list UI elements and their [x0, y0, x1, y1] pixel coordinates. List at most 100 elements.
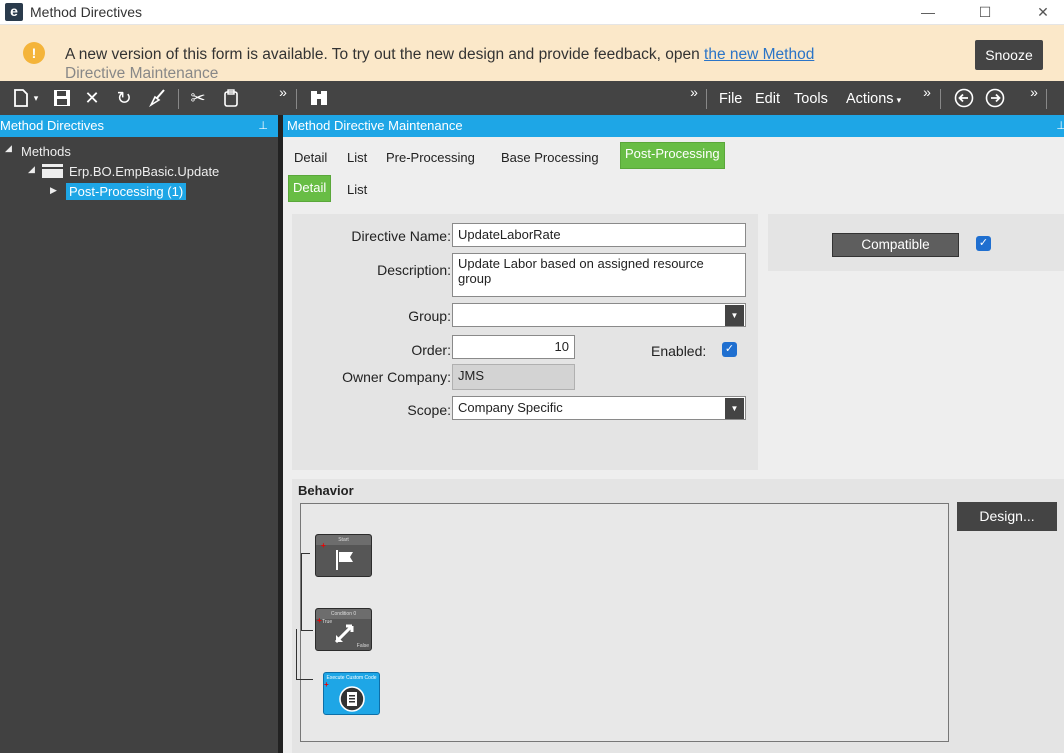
description-label: Description:	[377, 262, 451, 278]
connector	[301, 553, 310, 554]
tab-pre-processing[interactable]: Pre-Processing	[386, 148, 475, 168]
connector	[301, 630, 313, 631]
search-icon[interactable]	[306, 81, 332, 115]
pin-icon[interactable]: ⊥	[1056, 115, 1064, 137]
scope-value: Company Specific	[458, 400, 563, 415]
forward-icon[interactable]	[983, 81, 1007, 115]
scope-label: Scope:	[407, 402, 451, 418]
new-version-banner: ! A new version of this form is availabl…	[0, 25, 1064, 81]
maximize-button[interactable]: ☐	[962, 0, 1008, 25]
condition-node-title: Condition 0	[316, 609, 371, 619]
subtab-detail[interactable]: Detail	[288, 175, 332, 202]
main-pane: Method Directive Maintenance ⊥ Detail Li…	[283, 115, 1064, 753]
compatible-checkbox[interactable]: ✓	[976, 236, 991, 251]
save-icon[interactable]	[50, 81, 74, 115]
minimize-button[interactable]: —	[905, 0, 951, 25]
behavior-label: Behavior	[298, 483, 354, 498]
main-pane-title: Method Directive Maintenance	[287, 118, 463, 133]
menu-file[interactable]: File	[719, 81, 742, 115]
order-label: Order:	[411, 342, 451, 358]
cut-icon[interactable]: ✂	[185, 81, 211, 115]
enabled-label: Enabled:	[651, 343, 707, 359]
pin-icon[interactable]: ⊥	[258, 115, 268, 137]
chevron-down-icon: ▾	[896, 95, 902, 105]
design-button[interactable]: Design...	[957, 502, 1057, 531]
condition-icon	[334, 624, 354, 644]
menu-edit[interactable]: Edit	[755, 81, 780, 115]
behavior-panel: Behavior Design... Start Condition 0 Tru…	[292, 479, 1064, 753]
workflow-node-condition[interactable]: Condition 0 True False	[315, 608, 372, 651]
overflow-icon[interactable]: »	[1028, 81, 1040, 115]
description-field[interactable]: Update Labor based on assigned resource …	[452, 253, 746, 297]
tab-post-processing[interactable]: Post-Processing	[620, 142, 725, 169]
menu-tools[interactable]: Tools	[794, 81, 828, 115]
compatible-button[interactable]: Compatible	[832, 233, 959, 257]
condition-true-label: True	[322, 619, 333, 625]
breakpoint-icon: +	[317, 616, 322, 625]
chevron-down-icon[interactable]: ▼	[725, 305, 744, 326]
window-title: Method Directives	[30, 4, 143, 20]
tree-pane-title: Method Directives	[0, 118, 105, 133]
toolbar: ▾ ✕ ↻ ✂ » » File Edit Tools Actions ▾ » »	[0, 81, 1064, 115]
tree-pane: Method Directives ⊥ ◢ Methods ◢ Erp.BO.E…	[0, 115, 278, 753]
folder-icon	[42, 164, 63, 178]
directive-name-field[interactable]: UpdateLaborRate	[452, 223, 746, 247]
group-label: Group:	[408, 308, 451, 324]
overflow-icon[interactable]: »	[688, 81, 700, 115]
tab-base-processing[interactable]: Base Processing	[501, 148, 599, 168]
order-field[interactable]: 10	[452, 335, 575, 359]
app-logo-icon: e	[5, 3, 23, 21]
connector	[296, 679, 313, 680]
tree-node-methods[interactable]: Methods	[21, 144, 71, 159]
toolbar-separator	[706, 89, 707, 109]
paste-icon[interactable]	[218, 81, 244, 115]
collapse-icon[interactable]: ▶	[50, 185, 57, 196]
condition-false-label: False	[356, 643, 369, 649]
chevron-down-icon[interactable]: ▼	[725, 398, 744, 419]
directive-name-label: Directive Name:	[351, 228, 451, 244]
clear-icon[interactable]	[145, 81, 171, 115]
toolbar-separator	[178, 89, 179, 109]
refresh-icon[interactable]: ↻	[112, 81, 136, 115]
group-select[interactable]: ▼	[452, 303, 746, 327]
directive-form-panel: Directive Name: UpdateLaborRate Descript…	[292, 214, 758, 470]
execute-node-title: Execute Custom Code	[324, 673, 379, 683]
overflow-icon[interactable]: »	[921, 81, 933, 115]
flag-icon	[336, 550, 353, 570]
main-pane-header: Method Directive Maintenance ⊥	[283, 115, 1064, 137]
back-icon[interactable]	[952, 81, 976, 115]
breakpoint-icon: +	[321, 541, 326, 550]
tab-detail[interactable]: Detail	[294, 148, 327, 168]
enabled-checkbox[interactable]: ✓	[722, 342, 737, 357]
menu-actions[interactable]: Actions ▾	[846, 81, 901, 115]
new-design-link[interactable]: the new Method	[704, 46, 814, 63]
connector	[296, 629, 297, 680]
workflow-canvas[interactable]: Start Condition 0 True False Execute Cus…	[296, 503, 949, 742]
scope-select[interactable]: Company Specific ▼	[452, 396, 746, 420]
workflow-node-execute-custom-code[interactable]: Execute Custom Code	[323, 672, 380, 715]
banner-message-cont: Directive Maintenance	[65, 65, 219, 81]
new-dropdown-icon[interactable]: ▾	[31, 81, 41, 115]
snooze-button[interactable]: Snooze	[975, 40, 1043, 70]
tree-node-post-processing[interactable]: Post-Processing (1)	[66, 183, 187, 200]
menu-actions-label: Actions	[846, 91, 894, 107]
owner-company-label: Owner Company:	[342, 369, 451, 385]
code-icon	[339, 686, 365, 712]
banner-message: A new version of this form is available.…	[65, 45, 814, 65]
warning-icon: !	[23, 42, 45, 64]
subtab-list[interactable]: List	[347, 180, 367, 200]
compatibility-panel: Compatible ✓	[768, 214, 1064, 271]
new-icon[interactable]	[10, 81, 32, 115]
expand-icon[interactable]: ◢	[5, 143, 12, 154]
overflow-icon[interactable]: »	[277, 81, 289, 115]
banner-message-text: A new version of this form is available.…	[65, 46, 705, 63]
close-button[interactable]: ✕	[1020, 0, 1064, 25]
delete-icon[interactable]: ✕	[80, 81, 104, 115]
title-bar: e Method Directives — ☐ ✕	[0, 0, 1064, 25]
breakpoint-icon: +	[324, 680, 329, 689]
tree-node-erp-bo-empbasic-update[interactable]: Erp.BO.EmpBasic.Update	[69, 164, 219, 179]
toolbar-separator	[940, 89, 941, 109]
toolbar-separator	[1046, 89, 1047, 109]
tab-list[interactable]: List	[347, 148, 367, 168]
expand-icon[interactable]: ◢	[28, 164, 35, 175]
